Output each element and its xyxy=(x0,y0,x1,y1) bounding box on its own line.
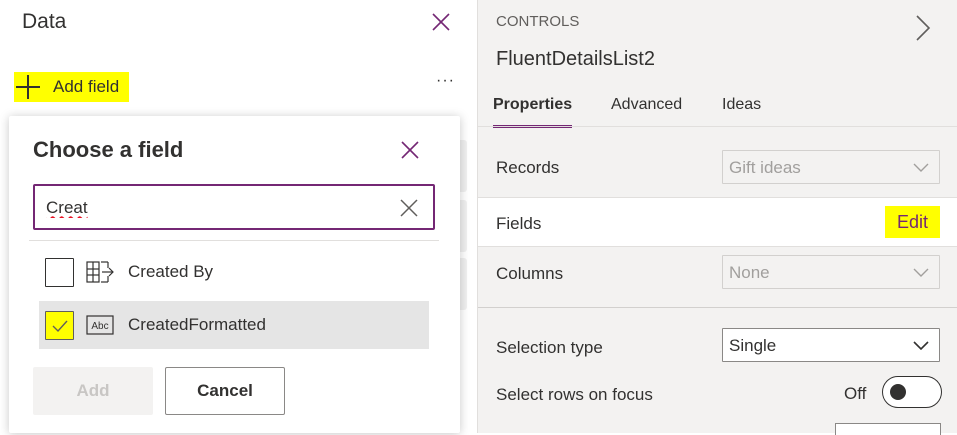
text-field-icon: Abc xyxy=(86,315,114,335)
add-field-label: Add field xyxy=(53,77,120,96)
records-property: Records Gift ideas xyxy=(478,148,957,188)
toggle-state-label: Off xyxy=(844,384,867,403)
records-label: Records xyxy=(496,158,560,177)
divider xyxy=(478,307,957,308)
selection-type-label: Selection type xyxy=(496,338,603,357)
checkmark-icon xyxy=(52,320,68,332)
tab-advanced[interactable]: Advanced xyxy=(611,96,682,114)
field-option-created-formatted[interactable]: Abc CreatedFormatted xyxy=(39,301,429,349)
more-options-icon[interactable]: ··· xyxy=(436,72,455,90)
checkbox[interactable] xyxy=(45,257,74,287)
selection-type-value: Single xyxy=(729,336,777,355)
close-icon[interactable] xyxy=(430,11,452,33)
dialog-title: Choose a field xyxy=(33,137,184,162)
person-field-icon xyxy=(86,261,114,283)
columns-dropdown[interactable]: None xyxy=(722,255,940,289)
cancel-button[interactable]: Cancel xyxy=(165,367,285,415)
toggle-knob xyxy=(890,384,906,400)
chevron-right-icon[interactable] xyxy=(914,14,932,42)
records-value: Gift ideas xyxy=(729,158,801,177)
field-option-label: CreatedFormatted xyxy=(128,315,266,334)
chevron-down-icon xyxy=(913,268,929,277)
add-button[interactable]: Add xyxy=(33,367,153,415)
plus-icon xyxy=(15,74,41,100)
properties-pane: CONTROLS FluentDetailsList2 Properties A… xyxy=(477,0,957,435)
search-box xyxy=(33,184,435,230)
columns-label: Columns xyxy=(496,264,564,283)
field-option-created-by[interactable]: Created By xyxy=(39,248,429,296)
divider xyxy=(478,126,957,127)
chevron-down-icon xyxy=(913,163,929,172)
divider xyxy=(29,240,439,241)
control-name: FluentDetailsList2 xyxy=(496,48,655,70)
select-rows-on-focus-toggle[interactable] xyxy=(882,376,942,408)
tab-properties[interactable]: Properties xyxy=(493,96,573,128)
columns-value: None xyxy=(729,263,770,282)
choose-field-dialog: Choose a field Created By xyxy=(9,116,460,433)
select-rows-on-focus-label: Select rows on focus xyxy=(496,385,653,404)
next-property-input[interactable] xyxy=(835,423,941,435)
columns-property: Columns None xyxy=(478,254,957,294)
search-input[interactable] xyxy=(46,195,386,221)
fields-label: Fields xyxy=(496,214,542,233)
records-dropdown[interactable]: Gift ideas xyxy=(722,150,940,184)
fields-property: Fields Edit xyxy=(478,197,957,247)
clear-icon[interactable] xyxy=(399,198,419,218)
checkbox-checked[interactable] xyxy=(45,310,74,340)
close-icon[interactable] xyxy=(399,139,421,161)
text-field-icon-label: Abc xyxy=(91,321,108,332)
field-option-label: Created By xyxy=(128,262,214,281)
chevron-down-icon xyxy=(913,341,929,350)
section-label: CONTROLS xyxy=(496,13,580,30)
selection-type-property: Selection type Single xyxy=(478,328,957,368)
tab-ideas[interactable]: Ideas xyxy=(722,96,761,114)
edit-fields-link[interactable]: Edit xyxy=(885,206,940,238)
add-field-button[interactable]: Add field xyxy=(14,72,129,102)
selection-type-dropdown[interactable]: Single xyxy=(722,328,940,362)
data-pane-title: Data xyxy=(22,10,67,33)
